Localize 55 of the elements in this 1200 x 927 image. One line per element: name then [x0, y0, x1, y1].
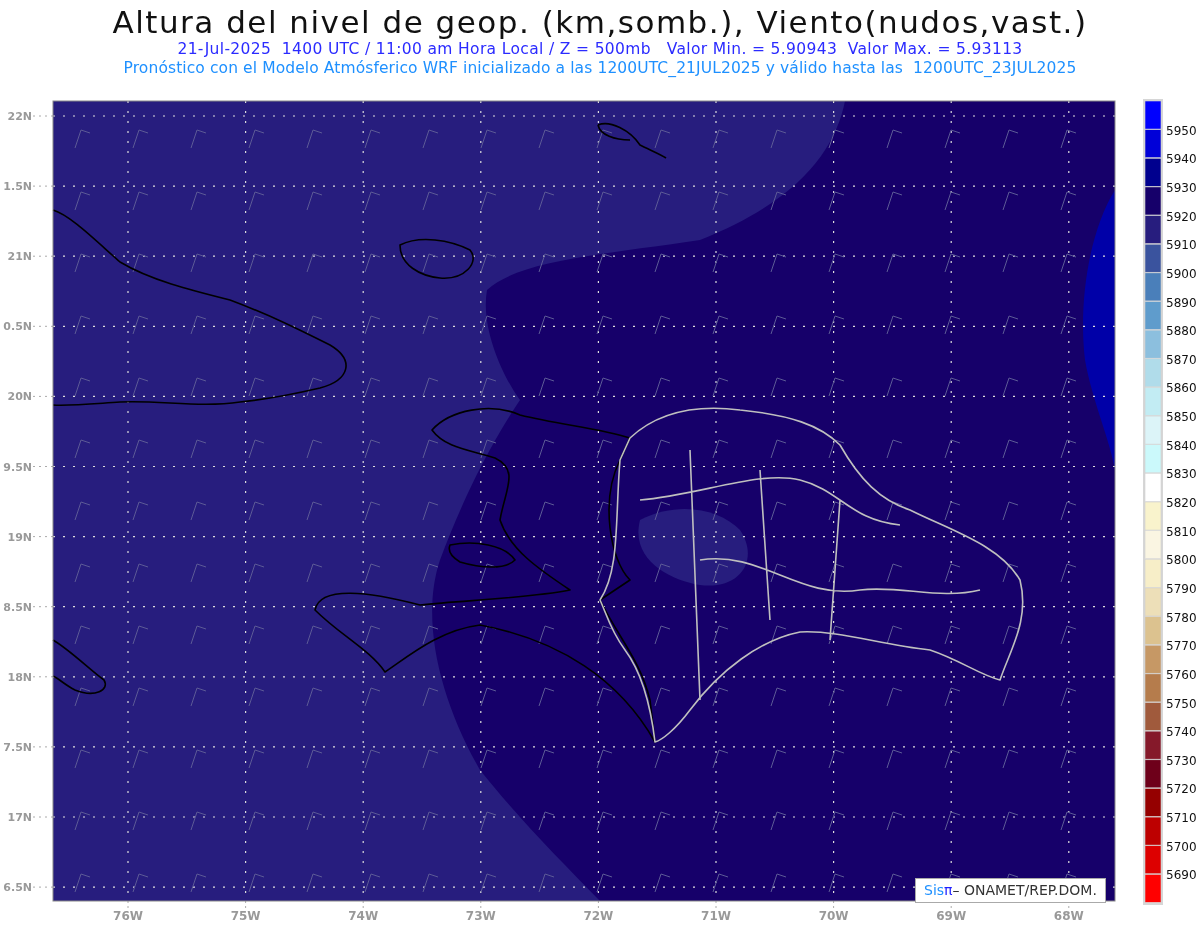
colorbar-label: 5890	[1166, 295, 1197, 310]
colorbar-label: 5830	[1166, 467, 1197, 482]
colorbar-label: 5850	[1166, 410, 1197, 425]
latitude-label: 22N	[7, 110, 32, 123]
island-outline	[448, 542, 516, 568]
forecast-note: Pronóstico con el Modelo Atmósferico WRF inicializado a las 1200UTC_21JUL2025 y válido hasta las 1200UTC_23JUL2025	[123, 59, 1077, 78]
colorbar-label: 5690	[1166, 868, 1197, 883]
island-outline	[52, 639, 107, 694]
colorbar-label: 5940	[1166, 152, 1197, 167]
longitude-label: 76W	[113, 909, 143, 923]
latitude-label: 20N	[7, 390, 32, 404]
latitude-label: 8.5N	[3, 600, 32, 614]
latitude-label: 1.5N	[3, 180, 32, 194]
colorbar-label: 5750	[1166, 696, 1197, 711]
colorbar-label: 5840	[1166, 438, 1197, 453]
latitude-label: 17N	[7, 811, 32, 824]
chart-subtitle: 21-Jul-2025 1400 UTC / 11:00 am Hora Local / Z = 500mb Valor Min. = 5.90943 Valor Max. = 5.93113	[177, 40, 1023, 59]
latitude-label: 18N	[7, 670, 32, 684]
colorbar-label: 5900	[1166, 266, 1197, 281]
colorbar-label: 5930	[1166, 180, 1197, 195]
colorbar-label: 5730	[1166, 753, 1197, 768]
latitude-label: 6.5N	[3, 881, 32, 895]
longitude-label: 75W	[230, 909, 261, 923]
colorbar-label: 5780	[1166, 610, 1197, 625]
island-outline	[597, 122, 667, 159]
colorbar-label: 5740	[1166, 725, 1197, 740]
latitude-label: 21N	[7, 250, 32, 264]
latitude-label: 9.5N	[3, 460, 32, 474]
colorbar-label: 5910	[1166, 238, 1197, 253]
longitude-label: 69W	[936, 909, 967, 923]
colorbar-label: 5700	[1166, 839, 1197, 854]
colorbar-label: 5720	[1166, 782, 1197, 797]
colorbar-label: 5760	[1166, 667, 1197, 682]
colorbar-label: 5880	[1166, 324, 1197, 339]
latitude-label: 0.5N	[3, 320, 32, 334]
longitude-label: 72W	[583, 909, 614, 923]
longitude-label: 70W	[818, 909, 849, 923]
colorbar-label: 5920	[1166, 209, 1197, 224]
colorbar-label: 5810	[1166, 524, 1197, 539]
colorbar-label: 5710	[1166, 811, 1197, 826]
colorbar-label: 5800	[1166, 553, 1197, 568]
colorbar-label: 5860	[1166, 381, 1197, 396]
longitude-label: 74W	[348, 909, 379, 923]
chart-title: Altura del nivel de geop. (km,somb.), Viento(nudos,vast.)	[112, 4, 1088, 40]
colorbar-label: 5870	[1166, 352, 1197, 367]
latitude-label: 19N	[7, 530, 32, 544]
colorbar-label: 5950	[1166, 123, 1197, 138]
longitude-label: 71W	[701, 909, 731, 923]
colorbar-label: 5790	[1166, 581, 1197, 596]
latitude-label: 7.5N	[3, 740, 32, 754]
credit-label: Sisπ– ONAMET/REP.DOM.	[915, 878, 1106, 903]
colorbar-label: 5820	[1166, 496, 1197, 510]
colorbar-label: 5770	[1166, 639, 1197, 654]
longitude-label: 68W	[1053, 909, 1084, 923]
longitude-label: 73W	[465, 909, 496, 923]
